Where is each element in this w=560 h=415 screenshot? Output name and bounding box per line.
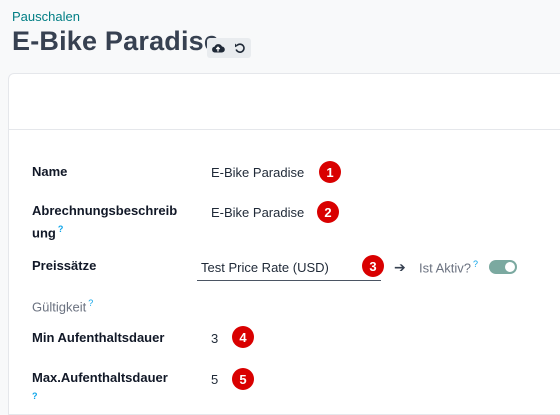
badge-2: 2 [317, 201, 339, 223]
active-label-text: Ist Aktiv? [419, 260, 472, 276]
min-stay-label: Min Aufenthaltsdauer [32, 330, 165, 345]
page-title: E-Bike Paradise [12, 26, 220, 56]
name-label: Name [32, 164, 68, 179]
description-label-line2: ung [32, 225, 56, 241]
description-label: Abrechnungsbeschreib ung? [32, 202, 177, 242]
max-stay-help-icon[interactable]: ? [32, 391, 38, 401]
title-actions [207, 38, 251, 58]
active-help-icon[interactable]: ? [473, 259, 478, 269]
description-help-icon[interactable]: ? [58, 224, 64, 234]
sheet-divider [9, 129, 560, 130]
description-value[interactable]: E-Bike Paradise [211, 205, 304, 220]
price-rate-field[interactable]: Test Price Rate (USD) [197, 254, 381, 281]
name-value[interactable]: E-Bike Paradise [211, 165, 304, 180]
max-stay-label-text: Max.Aufenthaltsdauer [32, 370, 168, 385]
active-toggle[interactable] [489, 260, 517, 274]
form-sheet [8, 73, 560, 415]
badge-4: 4 [232, 326, 254, 348]
badge-3: 3 [362, 255, 384, 277]
description-label-line1: Abrechnungsbeschreib [32, 203, 178, 218]
validity-help-icon[interactable]: ? [88, 298, 93, 308]
min-stay-value[interactable]: 3 [211, 331, 218, 346]
breadcrumb[interactable]: Pauschalen [12, 9, 80, 24]
validity-label-text: Gültigkeit [32, 299, 87, 315]
badge-5: 5 [232, 368, 254, 390]
undo-icon[interactable] [229, 38, 251, 58]
max-stay-value[interactable]: 5 [211, 372, 218, 387]
validity-label: Gültigkeit? [32, 294, 93, 316]
arrow-right-icon[interactable]: ➔ [394, 259, 406, 276]
active-label: Ist Aktiv?? [419, 259, 478, 275]
price-rate-value: Test Price Rate (USD) [201, 260, 329, 275]
price-rates-label: Preissätze [32, 258, 97, 273]
max-stay-label: Max.Aufenthaltsdauer ? [32, 369, 168, 409]
badge-1: 1 [319, 161, 341, 183]
cloud-upload-icon[interactable] [207, 38, 229, 58]
